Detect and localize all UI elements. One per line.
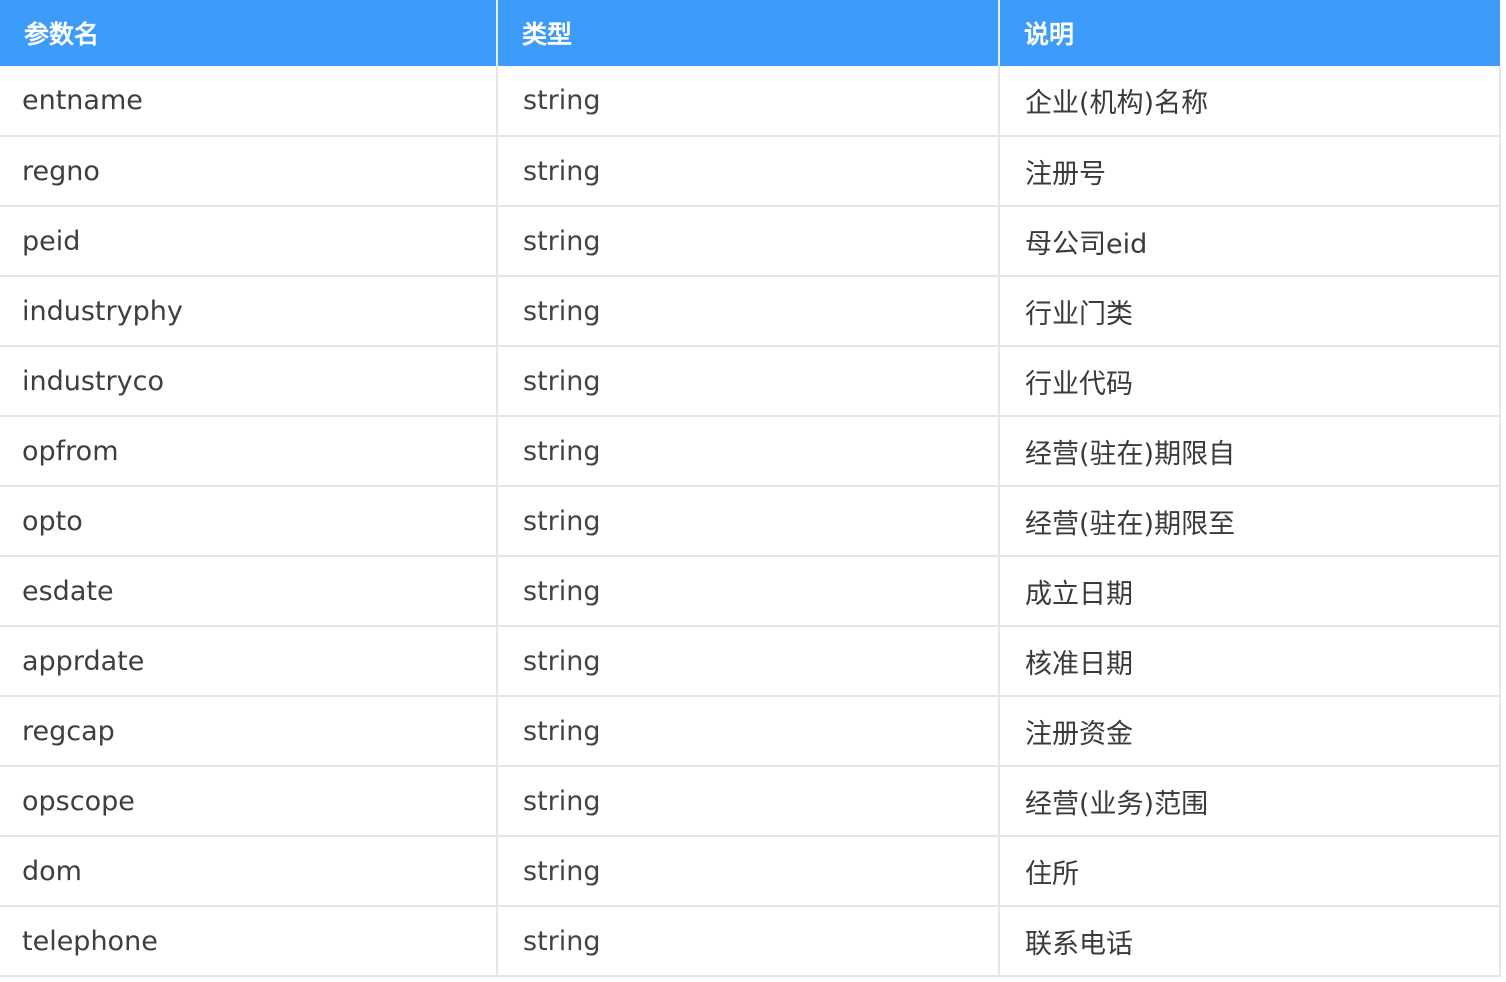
cell-description: 经营(驻在)期限至 <box>999 486 1501 557</box>
cell-type: string <box>497 66 1000 137</box>
table-row: apprdate string 核准日期 <box>0 626 1501 697</box>
cell-param-name: apprdate <box>0 626 498 697</box>
cell-description: 注册资金 <box>999 696 1501 767</box>
cell-description: 经营(业务)范围 <box>999 766 1501 837</box>
cell-description: 企业(机构)名称 <box>999 66 1501 137</box>
table-row: regno string 注册号 <box>0 136 1501 207</box>
table-row: esdate string 成立日期 <box>0 556 1501 627</box>
cell-param-name: opfrom <box>0 416 498 487</box>
cell-type: string <box>497 766 1000 837</box>
table-row: telephone string 联系电话 <box>0 906 1501 977</box>
cell-description: 注册号 <box>999 136 1501 207</box>
table-row: entname string 企业(机构)名称 <box>0 66 1501 137</box>
header-row: 参数名 类型 说明 <box>0 0 1500 66</box>
cell-description: 住所 <box>999 836 1501 907</box>
cell-param-name: regno <box>0 136 498 207</box>
cell-description: 成立日期 <box>999 556 1501 627</box>
cell-param-name: opscope <box>0 766 498 837</box>
table-body: entname string 企业(机构)名称 regno string 注册号… <box>0 66 1501 977</box>
cell-param-name: entname <box>0 66 498 137</box>
cell-description: 经营(驻在)期限自 <box>999 416 1501 487</box>
table-row: industryco string 行业代码 <box>0 346 1501 417</box>
cell-description: 母公司eid <box>999 206 1501 277</box>
table-row: opto string 经营(驻在)期限至 <box>0 486 1501 557</box>
table-row: regcap string 注册资金 <box>0 696 1501 767</box>
cell-description: 核准日期 <box>999 626 1501 697</box>
cell-param-name: esdate <box>0 556 498 627</box>
header-type: 类型 <box>497 0 1000 66</box>
cell-param-name: regcap <box>0 696 498 767</box>
cell-type: string <box>497 486 1000 557</box>
cell-description: 联系电话 <box>999 906 1501 977</box>
cell-param-name: dom <box>0 836 498 907</box>
cell-param-name: peid <box>0 206 498 277</box>
cell-param-name: industryphy <box>0 276 498 347</box>
cell-param-name: opto <box>0 486 498 557</box>
cell-type: string <box>497 136 1000 207</box>
header-param-name: 参数名 <box>0 0 498 66</box>
cell-description: 行业代码 <box>999 346 1501 417</box>
table-row: peid string 母公司eid <box>0 206 1501 277</box>
cell-type: string <box>497 626 1000 697</box>
table-row: dom string 住所 <box>0 836 1501 907</box>
cell-type: string <box>497 696 1000 767</box>
table-row: opscope string 经营(业务)范围 <box>0 766 1501 837</box>
cell-type: string <box>497 346 1000 417</box>
cell-param-name: telephone <box>0 906 498 977</box>
table-row: opfrom string 经营(驻在)期限自 <box>0 416 1501 487</box>
cell-description: 行业门类 <box>999 276 1501 347</box>
cell-type: string <box>497 906 1000 977</box>
cell-param-name: industryco <box>0 346 498 417</box>
header-description: 说明 <box>999 0 1500 66</box>
table-row: industryphy string 行业门类 <box>0 276 1501 347</box>
cell-type: string <box>497 416 1000 487</box>
cell-type: string <box>497 276 1000 347</box>
cell-type: string <box>497 206 1000 277</box>
cell-type: string <box>497 836 1000 907</box>
table-header: 参数名 类型 说明 <box>0 0 1500 66</box>
parameter-table: 参数名 类型 说明 entname string 企业(机构)名称 regno … <box>0 0 1501 977</box>
cell-type: string <box>497 556 1000 627</box>
